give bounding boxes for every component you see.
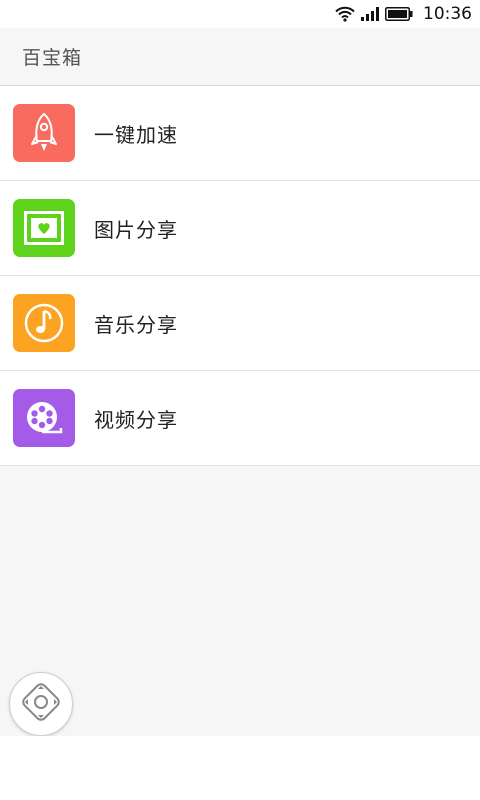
list-item-picture-share[interactable]: 图片分享 — [0, 181, 480, 276]
toolbox-list: 一键加速 图片分享 音乐分享 视频分享 — [0, 86, 480, 466]
signal-icon — [361, 7, 379, 21]
list-item-video-share[interactable]: 视频分享 — [0, 371, 480, 466]
status-time: 10:36 — [423, 4, 472, 24]
floating-assistant-button[interactable] — [9, 672, 73, 736]
film-reel-icon — [13, 389, 75, 447]
page-title: 百宝箱 — [22, 47, 83, 69]
rocket-icon — [13, 104, 75, 162]
list-item-speed-up[interactable]: 一键加速 — [0, 86, 480, 181]
wifi-icon — [335, 6, 355, 22]
list-item-label: 视频分享 — [94, 407, 178, 432]
app-area: 百宝箱 一键加速 图片分享 音乐分享 视频分享 — [0, 28, 480, 736]
dpad-icon — [19, 680, 63, 728]
header: 百宝箱 — [0, 28, 480, 86]
list-item-label: 图片分享 — [94, 217, 178, 242]
status-bar: 10:36 — [0, 0, 480, 28]
bottom-area — [0, 736, 480, 800]
picture-icon — [13, 199, 75, 257]
list-item-label: 一键加速 — [94, 122, 178, 147]
music-note-icon — [13, 294, 75, 352]
battery-icon — [385, 7, 413, 21]
list-item-label: 音乐分享 — [94, 312, 178, 337]
list-item-music-share[interactable]: 音乐分享 — [0, 276, 480, 371]
